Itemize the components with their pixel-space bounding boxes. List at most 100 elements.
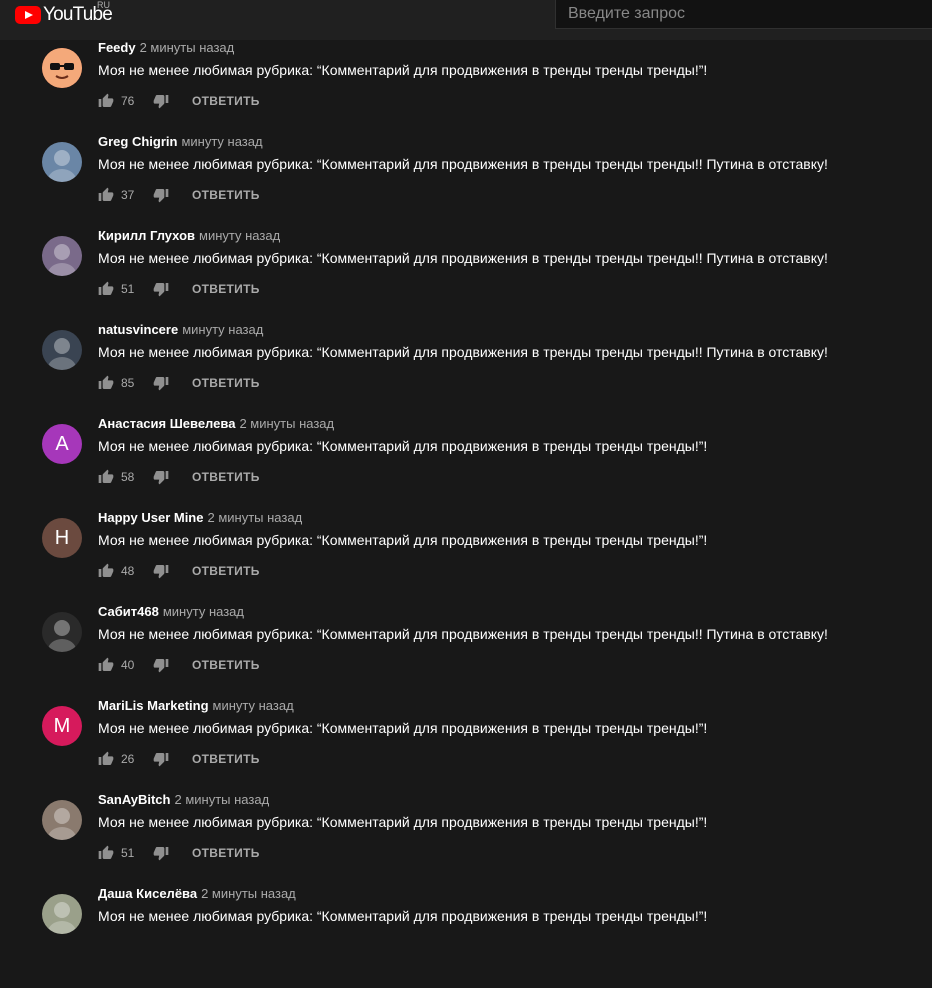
logo-country-code: RU <box>97 0 110 10</box>
comment-text: Моя не менее любимая рубрика: “Комментар… <box>98 908 708 924</box>
comment-text: Моя не менее любимая рубрика: “Комментар… <box>98 62 708 78</box>
photo-avatar[interactable] <box>42 236 82 276</box>
search-input[interactable]: Введите запрос <box>568 5 685 23</box>
thumbs-up-icon[interactable] <box>98 281 114 297</box>
thumbs-down-icon[interactable] <box>153 563 169 579</box>
comment-time[interactable]: 2 минуты назад <box>201 886 296 901</box>
comment-item: natusvincere минуту назад Моя не менее люб… <box>0 322 932 424</box>
thumbs-up-icon[interactable] <box>98 657 114 673</box>
comment-header: natusvincere минуту назад <box>98 322 263 337</box>
search-box[interactable]: Введите запрос <box>555 0 932 29</box>
thumbs-up-icon[interactable] <box>98 469 114 485</box>
thumbs-up-icon[interactable] <box>98 187 114 203</box>
photo-avatar[interactable] <box>42 800 82 840</box>
comment-time[interactable]: минуту назад <box>163 604 244 619</box>
reply-button[interactable]: ОТВЕТИТЬ <box>192 94 260 108</box>
comment-actions: 37 ОТВЕТИТЬ <box>98 185 260 205</box>
thumbs-down-icon[interactable] <box>153 657 169 673</box>
comment-text: Моя не менее любимая рубрика: “Комментар… <box>98 250 828 266</box>
thumbs-down-icon[interactable] <box>153 187 169 203</box>
comment-header: Анастасия Шевелева 2 минуты назад <box>98 416 334 431</box>
comment-actions: 76 ОТВЕТИТЬ <box>98 91 260 111</box>
like-count: 51 <box>121 846 135 860</box>
reply-button[interactable]: ОТВЕТИТЬ <box>192 188 260 202</box>
play-logo-icon <box>15 6 41 24</box>
top-bar: YouTube RU Введите запрос <box>0 0 932 40</box>
comment-time[interactable]: 2 минуты назад <box>239 416 334 431</box>
thumbs-down-icon[interactable] <box>153 469 169 485</box>
thumbs-up-icon[interactable] <box>98 93 114 109</box>
thumbs-down-icon[interactable] <box>153 93 169 109</box>
reply-button[interactable]: ОТВЕТИТЬ <box>192 752 260 766</box>
comment-time[interactable]: 2 минуты назад <box>174 792 269 807</box>
comment-header: Feedy 2 минуты назад <box>98 40 234 55</box>
like-count: 26 <box>121 752 135 766</box>
comment-item: SanAyBitch 2 минуты назад Моя не менее люб… <box>0 792 932 894</box>
photo-avatar[interactable] <box>42 330 82 370</box>
comment-header: Даша Киселёва 2 минуты назад <box>98 886 296 901</box>
comment-item: Даша Киселёва 2 минуты назад Моя не менее … <box>0 886 932 988</box>
reply-button[interactable]: ОТВЕТИТЬ <box>192 470 260 484</box>
comment-header: Сабит468 минуту назад <box>98 604 244 619</box>
letter-avatar[interactable]: H <box>42 518 82 558</box>
comment-author[interactable]: SanAyBitch <box>98 792 170 807</box>
comment-item: А Анастасия Шевелева 2 минуты назад Моя не … <box>0 416 932 518</box>
comment-text: Моя не менее любимая рубрика: “Комментар… <box>98 720 708 736</box>
comment-time[interactable]: 2 минуты назад <box>140 40 235 55</box>
comment-header: Happy User Mine 2 минуты назад <box>98 510 302 525</box>
like-count: 51 <box>121 282 135 296</box>
thumbs-down-icon[interactable] <box>153 281 169 297</box>
comment-author[interactable]: Feedy <box>98 40 136 55</box>
like-count: 40 <box>121 658 135 672</box>
comment-time[interactable]: минуту назад <box>182 322 263 337</box>
letter-avatar[interactable]: M <box>42 706 82 746</box>
comment-author[interactable]: Greg Chigrin <box>98 134 177 149</box>
comment-text: Моя не менее любимая рубрика: “Комментар… <box>98 344 828 360</box>
comment-author[interactable]: Кирилл Глухов <box>98 228 195 243</box>
comment-author[interactable]: Даша Киселёва <box>98 886 197 901</box>
thumbs-up-icon[interactable] <box>98 845 114 861</box>
comment-time[interactable]: минуту назад <box>181 134 262 149</box>
comment-item: Greg Chigrin минуту назад Моя не менее люб… <box>0 134 932 236</box>
comment-text: Моя не менее любимая рубрика: “Комментар… <box>98 532 708 548</box>
reply-button[interactable]: ОТВЕТИТЬ <box>192 846 260 860</box>
thumbs-down-icon[interactable] <box>153 845 169 861</box>
letter-avatar[interactable]: А <box>42 424 82 464</box>
comment-author[interactable]: Сабит468 <box>98 604 159 619</box>
comment-header: MariLis Marketing минуту назад <box>98 698 294 713</box>
comment-author[interactable]: Happy User Mine <box>98 510 203 525</box>
comment-time[interactable]: минуту назад <box>213 698 294 713</box>
sunglasses-face-avatar[interactable] <box>42 48 82 88</box>
comment-author[interactable]: natusvincere <box>98 322 178 337</box>
comment-header: SanAyBitch 2 минуты назад <box>98 792 269 807</box>
reply-button[interactable]: ОТВЕТИТЬ <box>192 658 260 672</box>
photo-avatar[interactable] <box>42 142 82 182</box>
reply-button[interactable]: ОТВЕТИТЬ <box>192 376 260 390</box>
comment-actions: 40 ОТВЕТИТЬ <box>98 655 260 675</box>
thumbs-up-icon[interactable] <box>98 375 114 391</box>
reply-button[interactable]: ОТВЕТИТЬ <box>192 564 260 578</box>
comment-item: M MariLis Marketing минуту назад Моя не мен… <box>0 698 932 800</box>
comment-actions: 58 ОТВЕТИТЬ <box>98 467 260 487</box>
comment-actions: 48 ОТВЕТИТЬ <box>98 561 260 581</box>
comment-text: Моя не менее любимая рубрика: “Комментар… <box>98 438 708 454</box>
comment-actions: 85 ОТВЕТИТЬ <box>98 373 260 393</box>
thumbs-up-icon[interactable] <box>98 751 114 767</box>
avatar-letter: M <box>53 714 71 737</box>
thumbs-down-icon[interactable] <box>153 375 169 391</box>
thumbs-up-icon[interactable] <box>98 563 114 579</box>
like-count: 58 <box>121 470 135 484</box>
thumbs-down-icon[interactable] <box>153 751 169 767</box>
photo-avatar[interactable] <box>42 894 82 934</box>
comment-time[interactable]: 2 минуты назад <box>207 510 302 525</box>
photo-avatar[interactable] <box>42 612 82 652</box>
like-count: 37 <box>121 188 135 202</box>
reply-button[interactable]: ОТВЕТИТЬ <box>192 282 260 296</box>
comment-time[interactable]: минуту назад <box>199 228 280 243</box>
comment-author[interactable]: Анастасия Шевелева <box>98 416 235 431</box>
comment-text: Моя не менее любимая рубрика: “Комментар… <box>98 156 828 172</box>
like-count: 48 <box>121 564 135 578</box>
comment-actions: 51 ОТВЕТИТЬ <box>98 279 260 299</box>
comment-item: H Happy User Mine 2 минуты назад Моя не мен… <box>0 510 932 612</box>
comment-author[interactable]: MariLis Marketing <box>98 698 209 713</box>
